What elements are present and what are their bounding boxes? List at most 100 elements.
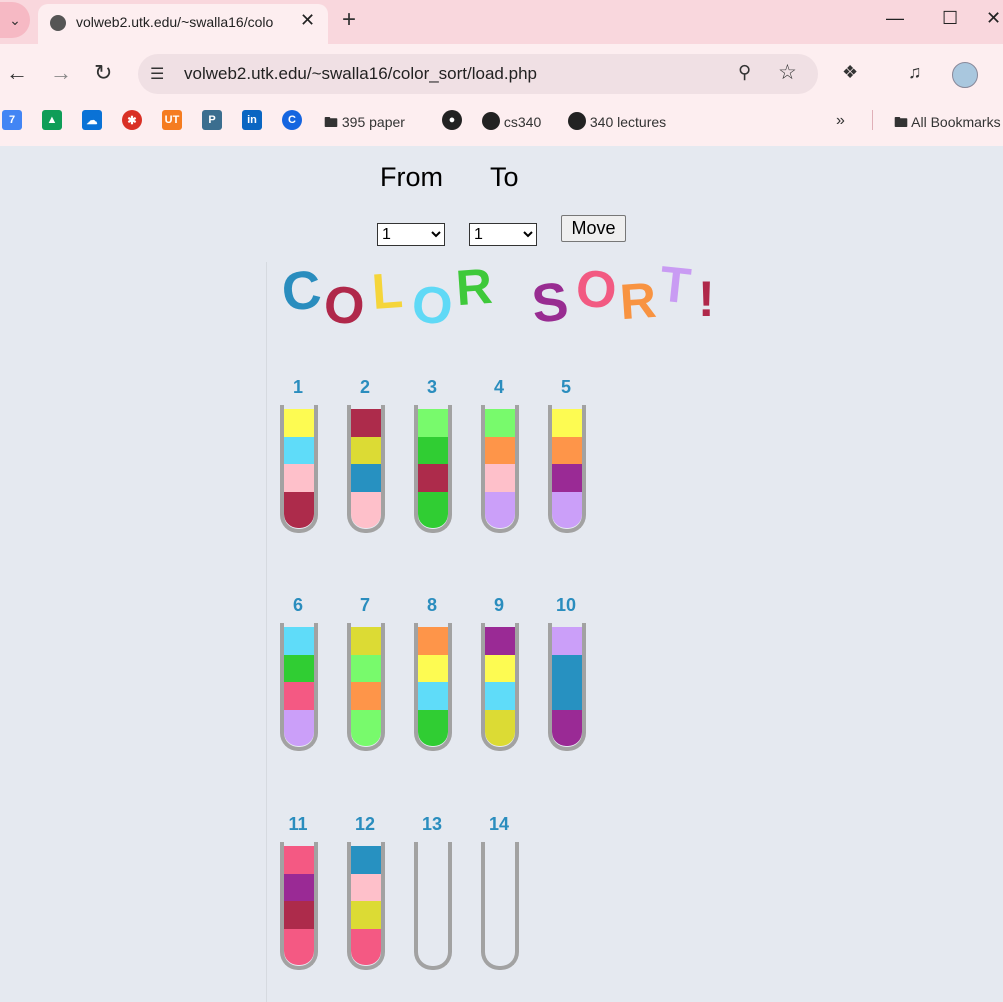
tab-title: volweb2.utk.edu/~swalla16/colo	[76, 14, 274, 30]
tube-6[interactable]	[280, 623, 318, 751]
tube-glass	[280, 842, 318, 970]
reload-button[interactable]: ↻	[94, 60, 112, 86]
tube-glass	[414, 405, 452, 533]
tube-glass	[280, 405, 318, 533]
tube-glass	[414, 623, 452, 751]
tube-glass	[414, 842, 452, 970]
tube-glass	[347, 623, 385, 751]
c-bookmark-icon[interactable]: C	[282, 110, 302, 130]
piazza-bookmark-icon[interactable]: P	[202, 110, 222, 130]
tube-5[interactable]	[548, 405, 586, 533]
tube-number: 1	[292, 377, 303, 397]
close-window-button[interactable]: ✕	[986, 8, 1001, 29]
logo-letter: L	[370, 262, 405, 320]
logo-letter: O	[409, 275, 456, 337]
github-icon	[482, 112, 500, 130]
tube-1[interactable]	[280, 405, 318, 533]
tube-3[interactable]	[414, 405, 452, 533]
globe-icon	[50, 15, 66, 31]
tube-4[interactable]	[481, 405, 519, 533]
tube-glass	[347, 842, 385, 970]
back-button[interactable]: ←	[6, 60, 28, 86]
close-tab-icon[interactable]: ✕	[300, 10, 315, 31]
tube-number: 8	[426, 595, 437, 615]
tube-glass	[347, 405, 385, 533]
bookmark-340-lectures[interactable]: 340 lectures	[568, 112, 666, 130]
extensions-icon[interactable]: ❖	[842, 62, 858, 83]
tube-number: 14	[488, 814, 510, 834]
tube-number: 3	[426, 377, 437, 397]
tube-number: 4	[493, 377, 504, 397]
tube-number: 13	[421, 814, 443, 834]
tube-glass	[280, 623, 318, 751]
profile-avatar[interactable]	[952, 62, 978, 88]
logo-letter: R	[454, 257, 495, 317]
all-bookmarks-button[interactable]: 🖿 All Bookmarks	[894, 112, 1001, 136]
forward-button[interactable]: →	[50, 60, 72, 86]
tube-8[interactable]	[414, 623, 452, 751]
onedrive-bookmark-icon[interactable]: ☁	[82, 110, 102, 130]
from-select[interactable]: 1	[377, 223, 445, 246]
tube-13[interactable]	[414, 842, 452, 970]
new-tab-button[interactable]: +	[342, 6, 356, 34]
more-bookmarks-chevron-icon[interactable]: »	[836, 112, 845, 130]
folder-icon: 🖿	[894, 114, 908, 130]
minimize-button[interactable]: —	[886, 8, 904, 29]
tube-number: 7	[359, 595, 370, 615]
tube-10[interactable]	[548, 623, 586, 751]
logo-letter: O	[322, 275, 367, 337]
logo-letter: T	[657, 255, 694, 315]
linkedin-bookmark-icon[interactable]: in	[242, 110, 262, 130]
logo-letter: O	[574, 259, 619, 321]
to-select[interactable]: 1	[469, 223, 537, 246]
chevron-down-icon: ⌄	[9, 11, 21, 28]
tube-glass	[481, 623, 519, 751]
media-control-icon[interactable]: ♫	[908, 62, 922, 83]
from-label: From	[380, 162, 443, 192]
tube-9[interactable]	[481, 623, 519, 751]
bookmark-divider	[872, 110, 873, 130]
tube-7[interactable]	[347, 623, 385, 751]
calendar-bookmark-icon[interactable]: 7	[2, 110, 22, 130]
bookmark-cs340[interactable]: cs340	[482, 112, 541, 130]
bookmark-395-paper[interactable]: 🖿 395 paper	[324, 112, 405, 136]
url-text[interactable]: volweb2.utk.edu/~swalla16/color_sort/loa…	[184, 64, 537, 84]
logo-letter: S	[528, 271, 572, 335]
github-bookmark-icon[interactable]: ●	[442, 110, 462, 130]
color-sort-logo: C O L O R S O R T!	[278, 254, 740, 337]
github-icon	[568, 112, 586, 130]
tube-number: 10	[555, 595, 577, 615]
tube-number: 6	[292, 595, 303, 615]
tube-14[interactable]	[481, 842, 519, 970]
browser-chrome: ⌄ volweb2.utk.edu/~swalla16/colo ✕ + — ☐…	[0, 0, 1003, 146]
divider-line	[266, 262, 267, 1002]
tube-11[interactable]	[280, 842, 318, 970]
tab-search-button[interactable]: ⌄	[0, 2, 30, 38]
folder-icon: 🖿	[324, 114, 338, 130]
tube-glass	[481, 842, 519, 970]
tab-strip: ⌄ volweb2.utk.edu/~swalla16/colo ✕ + — ☐…	[0, 0, 1003, 44]
tube-number: 5	[560, 377, 571, 397]
tube-number: 9	[493, 595, 504, 615]
active-tab[interactable]: volweb2.utk.edu/~swalla16/colo ✕	[38, 4, 328, 44]
tube-12[interactable]	[347, 842, 385, 970]
logo-letter: C	[278, 259, 325, 323]
tube-glass	[548, 405, 586, 533]
site-info-icon[interactable]: ☰	[150, 64, 164, 84]
zoom-icon[interactable]: ⚲	[738, 62, 751, 83]
move-button[interactable]: Move	[561, 215, 626, 242]
logo-letter: !	[698, 271, 715, 327]
ut-bookmark-icon[interactable]: UT	[162, 110, 182, 130]
tube-glass	[481, 405, 519, 533]
address-bar[interactable]: ☰ volweb2.utk.edu/~swalla16/color_sort/l…	[138, 54, 818, 94]
drive-bookmark-icon[interactable]: ▲	[42, 110, 62, 130]
to-label: To	[490, 162, 519, 192]
maximize-button[interactable]: ☐	[942, 8, 958, 29]
page-content: From To 1 1 Move C O L O R S O R T! 1 2 3 4 5 6 7 8 9 10 1…	[0, 146, 1003, 1002]
tube-number: 12	[354, 814, 376, 834]
canvas-bookmark-icon[interactable]: ✱	[122, 110, 142, 130]
tube-2[interactable]	[347, 405, 385, 533]
tube-glass	[548, 623, 586, 751]
bookmark-star-icon[interactable]: ☆	[778, 60, 797, 85]
logo-letter: R	[618, 271, 659, 331]
